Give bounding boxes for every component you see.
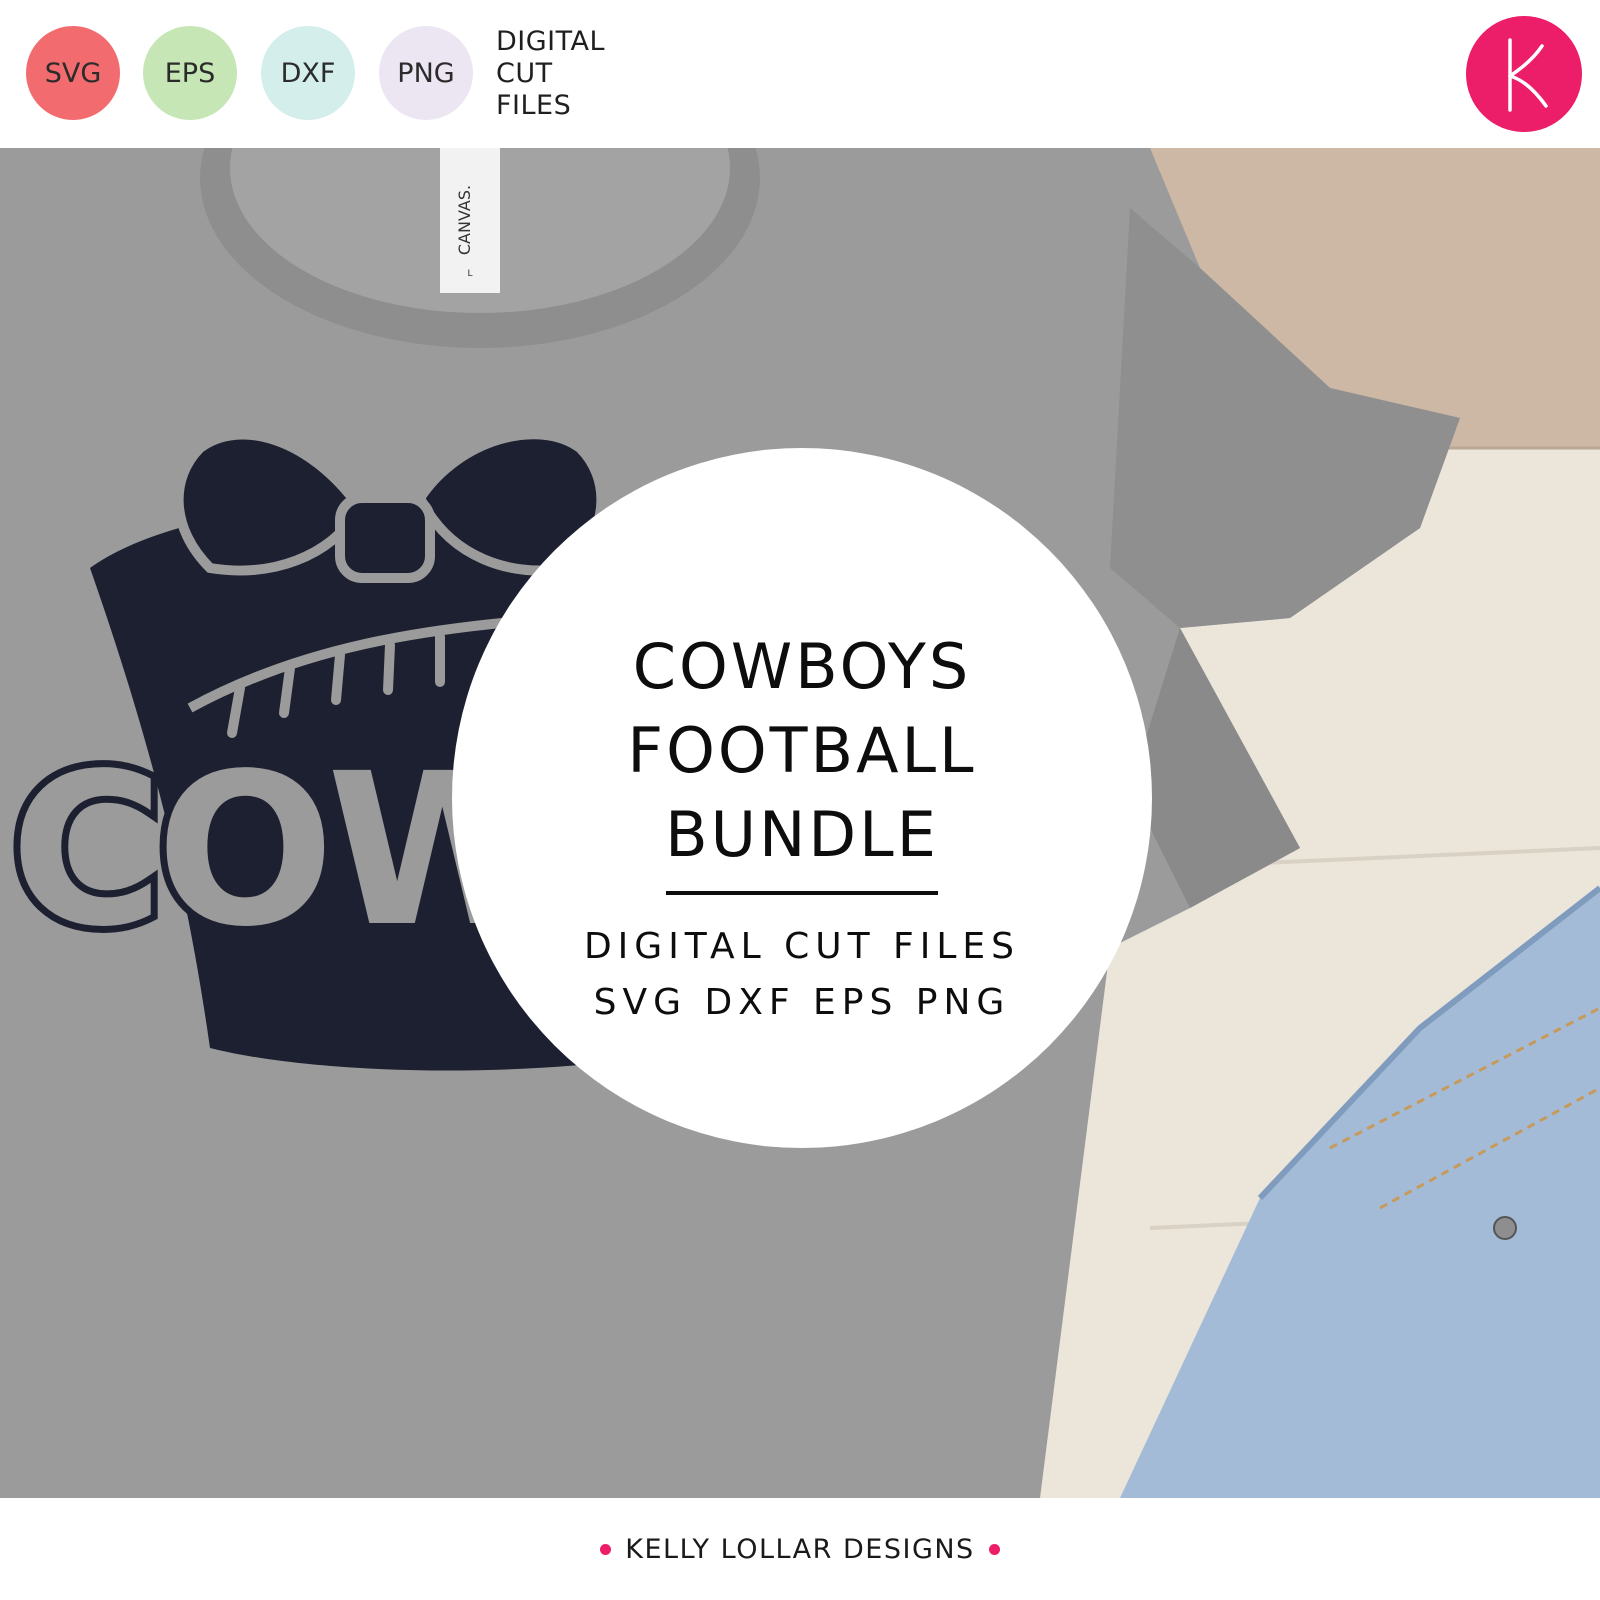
title-line: COWBOYS xyxy=(632,630,972,703)
png-format-badge: PNG xyxy=(379,26,473,120)
digital-cut-files-label: DIGITAL CUT FILES xyxy=(496,26,605,122)
product-banner: SVG EPS DXF PNG DIGITAL CUT FILES CANVAS… xyxy=(0,0,1600,1600)
dxf-format-badge: DXF xyxy=(261,26,355,120)
subtitle-line: SVG DXF EPS PNG xyxy=(593,982,1011,1023)
footer-bar: KELLY LOLLAR DESIGNS xyxy=(0,1498,1600,1600)
digital-cut-line: DIGITAL xyxy=(496,26,606,57)
subtitle-line: DIGITAL CUT FILES xyxy=(583,926,1021,967)
digital-cut-line: CUT xyxy=(496,58,553,89)
dxf-badge-label: DXF xyxy=(280,57,336,89)
title-line: BUNDLE xyxy=(665,798,939,871)
shirt-tag-size: L xyxy=(467,269,472,279)
k-letter-glyph xyxy=(1508,38,1548,112)
footer-dot-left xyxy=(600,1543,612,1555)
eps-badge-label: EPS xyxy=(164,57,216,89)
brand-name: KELLY LOLLAR DESIGNS xyxy=(625,1533,975,1565)
header-bar: SVG EPS DXF PNG DIGITAL CUT FILES xyxy=(0,0,1600,148)
eps-format-badge: EPS xyxy=(143,26,237,120)
k-logo-icon xyxy=(1466,16,1582,132)
title-divider xyxy=(666,891,938,895)
title-block: COWBOYS FOOTBALL BUNDLE DIGITAL CUT FILE… xyxy=(452,625,1152,1031)
shirt-tag-brand: CANVAS. xyxy=(455,185,474,255)
title-line: FOOTBALL xyxy=(627,714,977,787)
footer-dot-right xyxy=(988,1543,1000,1555)
svg-badge-label: SVG xyxy=(44,57,102,89)
png-badge-label: PNG xyxy=(397,57,455,89)
svg-format-badge: SVG xyxy=(26,26,120,120)
digital-cut-line: FILES xyxy=(496,90,572,121)
